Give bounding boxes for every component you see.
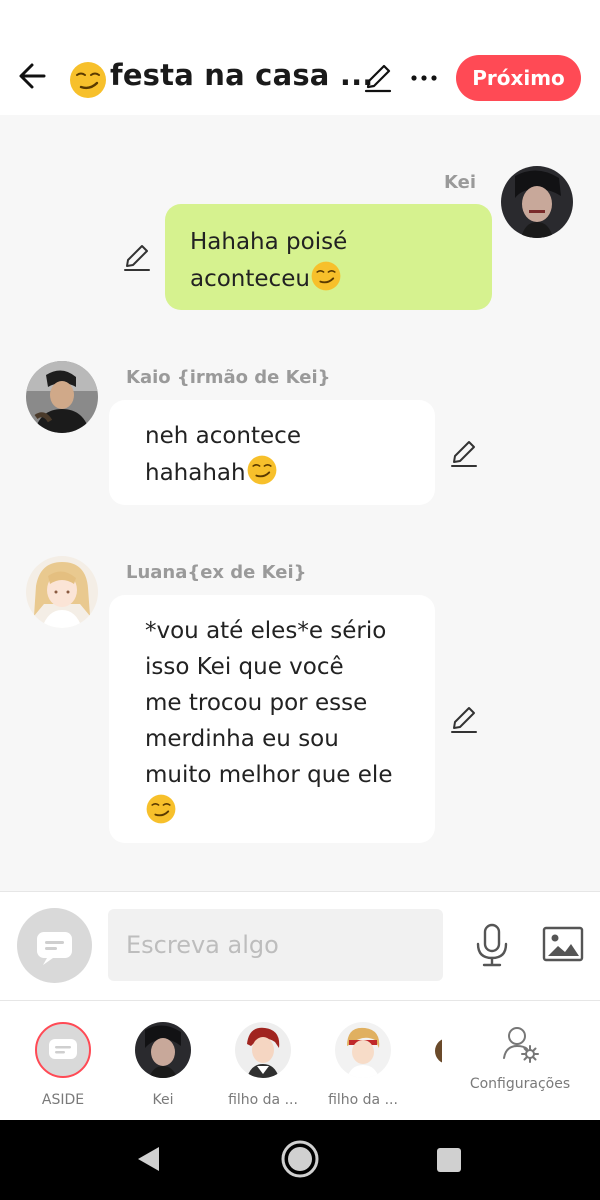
- message-line: merdinha eu sou: [145, 726, 339, 752]
- edit-message-icon[interactable]: [120, 240, 154, 274]
- sender-name: Kaio {irmão de Kei}: [126, 367, 331, 388]
- message-line: muito melhor que ele: [145, 762, 393, 788]
- character-item-filho-2[interactable]: filho da ...: [318, 1022, 408, 1108]
- nav-recents-icon[interactable]: [436, 1147, 462, 1173]
- message-bubble[interactable]: neh acontece hahahah: [109, 400, 435, 505]
- aside-chat-icon: [37, 932, 72, 965]
- message-line: [145, 793, 435, 830]
- avatar: [135, 1022, 191, 1078]
- chat-title[interactable]: festa na casa ...: [110, 58, 374, 92]
- sender-name: Luana{ex de Kei}: [126, 562, 307, 583]
- partial-avatar[interactable]: [434, 1036, 442, 1066]
- message-line: Hahaha poisé: [190, 229, 348, 255]
- settings-item[interactable]: Configurações: [468, 1024, 572, 1092]
- more-options-icon[interactable]: [406, 60, 442, 96]
- nav-home-icon[interactable]: [280, 1139, 320, 1179]
- message-text: aconteceu: [190, 266, 310, 292]
- message-bubble[interactable]: *vou até eles*e sério isso Kei que você …: [109, 595, 435, 843]
- message-text: hahahah: [145, 460, 246, 486]
- user-settings-icon: [503, 1027, 539, 1063]
- aside-chat-icon: [49, 1039, 77, 1059]
- aside-avatar: [35, 1022, 91, 1078]
- message-line: hahahah: [145, 454, 435, 491]
- character-item-kei[interactable]: Kei: [118, 1022, 208, 1108]
- message-line: me trocou por esse: [145, 690, 368, 716]
- message-bubble[interactable]: Hahaha poisé aconteceu: [165, 204, 492, 310]
- message-line: *vou até eles*e sério: [145, 618, 387, 644]
- next-button[interactable]: Próximo: [456, 55, 581, 101]
- smirk-emoji-icon: [146, 794, 176, 824]
- back-arrow-icon[interactable]: [14, 56, 54, 96]
- aside-toggle-button[interactable]: [17, 908, 92, 983]
- smirk-emoji-icon: [70, 62, 106, 98]
- edit-message-icon[interactable]: [447, 436, 481, 470]
- character-item-filho-1[interactable]: filho da ...: [218, 1022, 308, 1108]
- smirk-emoji-icon: [311, 261, 341, 291]
- microphone-icon[interactable]: [472, 922, 512, 968]
- message-line: neh acontece: [145, 423, 301, 449]
- edit-message-icon[interactable]: [447, 702, 481, 736]
- character-label: Kei: [152, 1092, 174, 1108]
- avatar: [335, 1022, 391, 1078]
- message-line: aconteceu: [190, 260, 492, 297]
- sender-name: Kei: [444, 172, 477, 193]
- character-label: ASIDE: [41, 1092, 85, 1108]
- settings-label: Configurações: [469, 1076, 571, 1092]
- avatar-kei[interactable]: [501, 166, 573, 238]
- avatar-luana[interactable]: [26, 556, 98, 628]
- edit-title-icon[interactable]: [360, 60, 396, 96]
- image-upload-icon[interactable]: [541, 924, 585, 964]
- message-input[interactable]: [108, 909, 443, 981]
- nav-back-icon[interactable]: [134, 1144, 164, 1174]
- avatar-kaio[interactable]: [26, 361, 98, 433]
- character-item-aside[interactable]: ASIDE: [18, 1022, 108, 1108]
- character-label: filho da ...: [228, 1092, 298, 1108]
- message-line: isso Kei que você: [145, 654, 344, 680]
- smirk-emoji-icon: [247, 455, 276, 485]
- avatar: [235, 1022, 291, 1078]
- character-label: filho da ...: [328, 1092, 398, 1108]
